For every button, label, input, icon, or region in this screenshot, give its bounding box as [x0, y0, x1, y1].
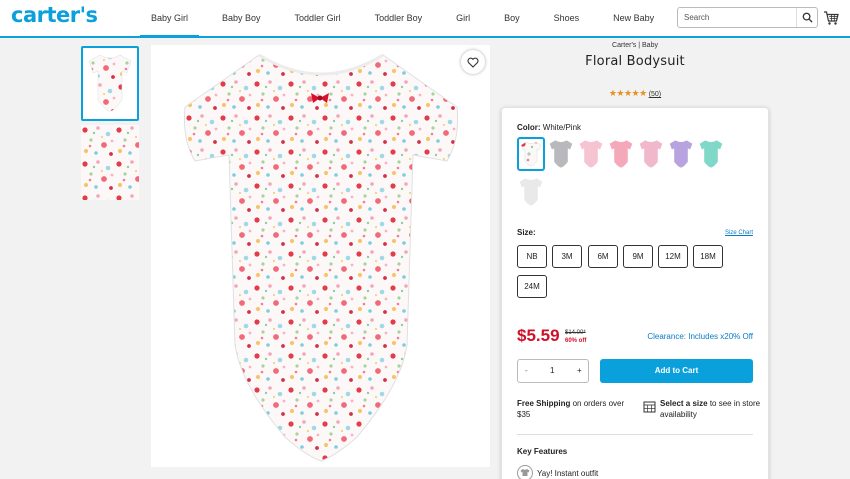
swatch-onesie-icon [699, 140, 723, 168]
nav-baby-girl[interactable]: Baby Girl [140, 0, 200, 38]
search-icon [802, 12, 813, 23]
clearance-link[interactable]: Clearance: Includes x20% Off [647, 332, 753, 341]
search-box [677, 7, 818, 28]
qty-value[interactable]: 1 [550, 360, 554, 382]
color-selection: Color: White/Pink [517, 123, 581, 132]
free-shipping-label: Free Shipping [517, 399, 571, 408]
original-price: $14.00* [565, 330, 586, 336]
size-nb-button[interactable]: NB [517, 245, 547, 268]
purchase-panel: Color: White/Pink Size: Size Chart NB 3M [501, 107, 769, 479]
quantity-stepper: - 1 + [517, 359, 589, 383]
qty-plus-button[interactable]: + [577, 360, 582, 382]
nav-new-baby[interactable]: New Baby [602, 0, 665, 36]
cart-icon[interactable] [823, 10, 839, 26]
main-product-image[interactable] [151, 45, 490, 467]
nav-boy[interactable]: Boy [493, 0, 531, 36]
carters-logo[interactable]: carter's [11, 3, 98, 27]
star-rating-icon: ★★★★★ [608, 88, 647, 98]
swatch-mint[interactable] [697, 137, 725, 171]
site-header: carter's Baby Girl Baby Boy Toddler Girl… [0, 0, 850, 38]
nav-shoes[interactable]: Shoes [543, 0, 591, 36]
swatch-purple[interactable] [667, 137, 695, 171]
qty-minus-button[interactable]: - [525, 360, 528, 382]
color-value: White/Pink [542, 123, 582, 132]
sale-price: $5.59 [517, 326, 560, 345]
shipping-info: Free Shipping on orders over $35 [517, 398, 627, 420]
thumbnail-front[interactable] [81, 46, 139, 121]
key-features-heading: Key Features [517, 447, 568, 456]
product-rating[interactable]: ★★★★★ (50) [500, 88, 770, 99]
size-18m-button[interactable]: 18M [693, 245, 723, 268]
heart-icon [467, 57, 479, 68]
swatch-onesie-icon [669, 140, 693, 168]
add-to-cart-button[interactable]: Add to Cart [600, 359, 753, 383]
swatch-pink[interactable] [607, 137, 635, 171]
swatch-onesie-icon [519, 178, 543, 206]
nav-baby-boy[interactable]: Baby Boy [211, 0, 272, 36]
swatch-white-pink[interactable] [517, 137, 545, 171]
divider [517, 434, 753, 435]
favorite-button[interactable] [461, 50, 485, 74]
fabric-closeup-image [81, 125, 139, 200]
swatch-gray[interactable] [547, 137, 575, 171]
store-availability[interactable]: Select a size to see in store availabili… [643, 398, 763, 420]
product-brand: Carter's | Baby [612, 42, 658, 49]
store-icon [643, 401, 656, 413]
color-label: Color: [517, 123, 541, 132]
onesie-thumbnail-image [88, 54, 132, 112]
outfit-badge-icon [517, 465, 533, 479]
swatch-onesie-icon [609, 140, 633, 168]
swatch-pink-print[interactable] [637, 137, 665, 171]
size-24m-button[interactable]: 24M [517, 275, 547, 298]
size-9m-button[interactable]: 9M [623, 245, 653, 268]
swatch-onesie-icon [639, 140, 663, 168]
search-button[interactable] [796, 8, 817, 27]
product-title: Floral Bodysuit [585, 54, 685, 69]
size-12m-button[interactable]: 12M [658, 245, 688, 268]
swatch-onesie-icon [549, 140, 573, 168]
search-input[interactable] [678, 8, 796, 27]
onesie-image [184, 53, 458, 462]
size-6m-button[interactable]: 6M [588, 245, 618, 268]
size-3m-button[interactable]: 3M [552, 245, 582, 268]
percent-off: 60% off [565, 338, 587, 344]
size-chart-link[interactable]: Size Chart [725, 230, 753, 236]
feature-text: Yay! Instant outfit [537, 468, 599, 478]
nav-girl[interactable]: Girl [445, 0, 481, 36]
main-nav: Baby Girl Baby Boy Toddler Girl Toddler … [140, 0, 677, 38]
nav-toddler-boy[interactable]: Toddler Boy [364, 0, 434, 36]
feature-item: Yay! Instant outfit [517, 465, 598, 479]
thumbnail-closeup[interactable] [81, 125, 139, 200]
swatch-light-pink[interactable] [577, 137, 605, 171]
size-label: Size: [517, 228, 536, 237]
review-count-link[interactable]: (50) [649, 91, 661, 98]
swatch-onesie-icon [579, 140, 603, 168]
swatch-onesie-icon [520, 141, 542, 167]
swatch-white-floral[interactable] [517, 175, 545, 209]
select-size-label: Select a size [660, 399, 708, 408]
nav-toddler-girl[interactable]: Toddler Girl [284, 0, 352, 36]
